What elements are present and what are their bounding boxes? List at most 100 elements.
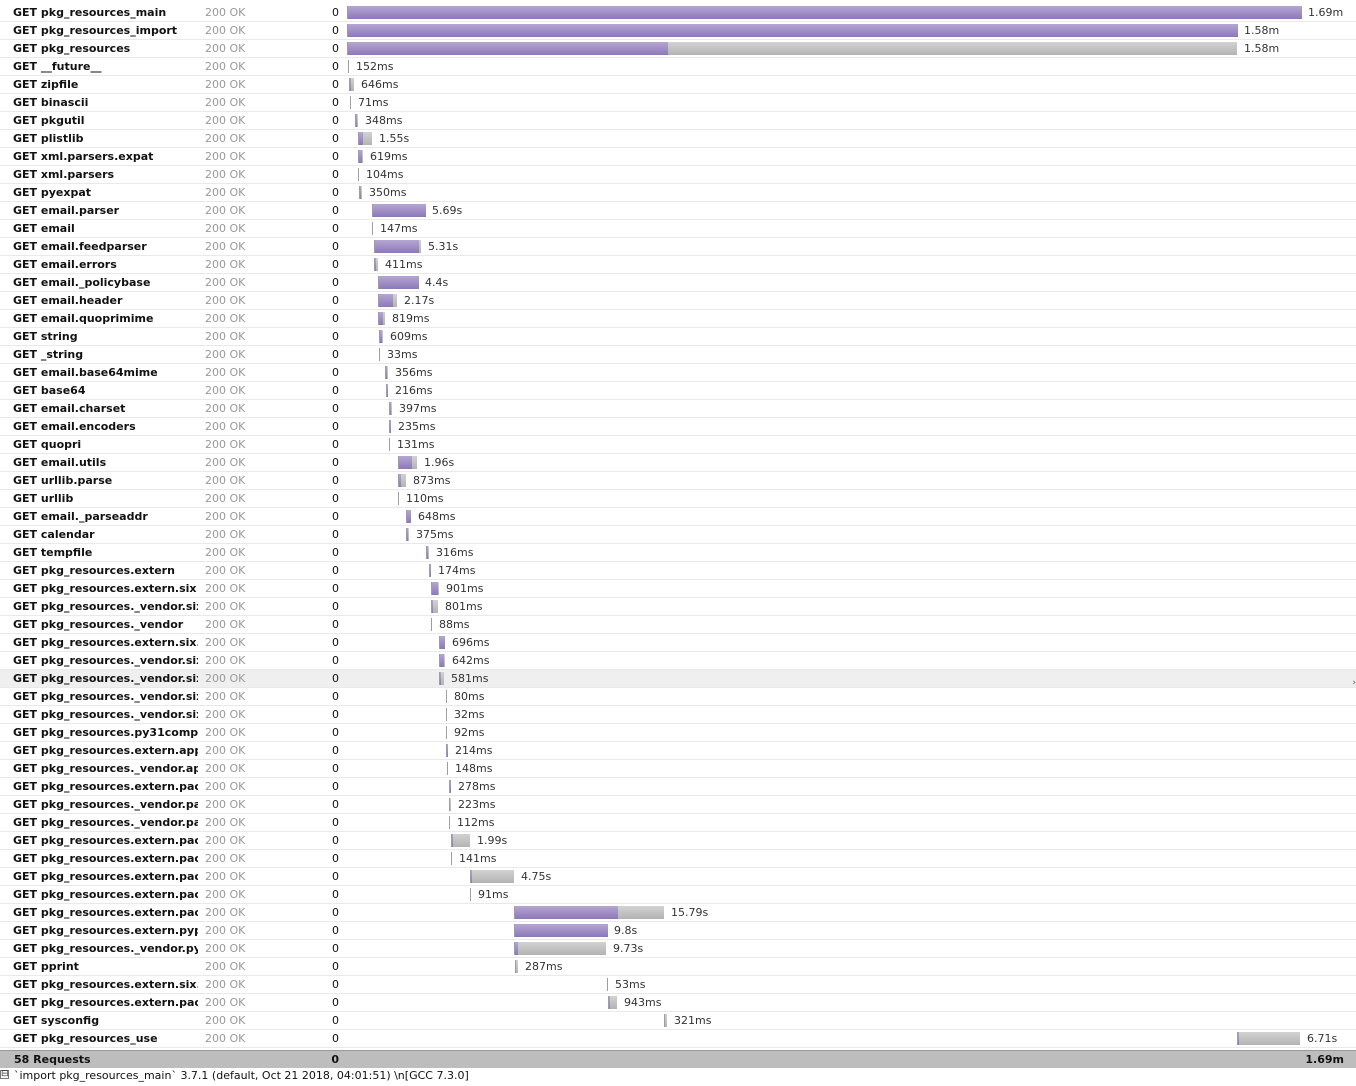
request-row[interactable]: GET email._parseaddr 200 OK 0 648ms (0, 508, 1356, 526)
request-row[interactable]: GET email.utils 200 OK 0 1.96s (0, 454, 1356, 472)
timeline-cell: 287ms (347, 958, 1356, 975)
request-status: 200 OK (205, 24, 246, 37)
request-row[interactable]: GET email 200 OK 0 147ms (0, 220, 1356, 238)
request-row[interactable]: GET pkg_resources.extern.six.moves.urlli… (0, 976, 1356, 994)
request-row[interactable]: GET pkg_resources.extern.packaging.speci… (0, 868, 1356, 886)
request-url: GET pkg_resources.extern.packaging._stru… (13, 852, 198, 865)
receive-segment (515, 906, 618, 919)
timeline-cell: 2.17s (347, 292, 1356, 309)
timing-bar (439, 654, 445, 667)
request-status: 200 OK (205, 240, 246, 253)
request-status: 200 OK (205, 168, 246, 181)
request-row[interactable]: GET binascii 200 OK 0 71ms (0, 94, 1356, 112)
request-row[interactable]: GET pkg_resources.extern.pyparsing 200 OK… (0, 922, 1356, 940)
request-url: GET pkg_resources._vendor.six.moves.urll… (13, 672, 198, 685)
request-row[interactable]: GET email.header 200 OK 0 2.17s (0, 292, 1356, 310)
request-row[interactable]: GET pkg_resources.extern.appdirs 200 OK 0 2… (0, 742, 1356, 760)
timeline-cell: 148ms (347, 760, 1356, 777)
request-row[interactable]: GET urllib 200 OK 0 110ms (0, 490, 1356, 508)
request-duration: 873ms (413, 474, 451, 487)
request-duration: 5.69s (432, 204, 463, 217)
receive-segment (399, 456, 412, 469)
receive-segment (350, 78, 351, 91)
request-row[interactable]: GET __future__ 200 OK 0 152ms (0, 58, 1356, 76)
request-row[interactable]: GET pyexpat 200 OK 0 350ms (0, 184, 1356, 202)
request-row[interactable]: GET plistlib 200 OK 0 1.55s (0, 130, 1356, 148)
request-status: 200 OK (205, 276, 246, 289)
request-duration: 287ms (525, 960, 563, 973)
request-row[interactable]: GET pkg_resources.extern.packaging._comp… (0, 886, 1356, 904)
request-row[interactable]: GET pkg_resources._vendor.six.moves 200 O… (0, 652, 1356, 670)
request-row[interactable]: GET pkg_resources_main 200 OK 0 1.69m (0, 4, 1356, 22)
request-row[interactable]: GET pkg_resources_import 200 OK 0 1.58m (0, 22, 1356, 40)
request-row[interactable]: GET pkgutil 200 OK 0 348ms (0, 112, 1356, 130)
request-size: 0 (332, 276, 339, 289)
request-row[interactable]: GET pkg_resources._vendor.packaging 200 O… (0, 796, 1356, 814)
request-url: GET pkg_resources._vendor.six.moves (13, 654, 198, 667)
request-row[interactable]: GET pkg_resources._vendor 200 OK 0 88ms (0, 616, 1356, 634)
collapse-toggle-icon[interactable]: ⊟ (0, 1070, 9, 1079)
timeline-cell: 9.8s (347, 922, 1356, 939)
request-duration: 6.71s (1307, 1032, 1338, 1045)
request-size: 0 (332, 564, 339, 577)
request-row[interactable]: GET pkg_resources._vendor.packaging.__ab… (0, 814, 1356, 832)
request-row[interactable]: GET email.errors 200 OK 0 411ms (0, 256, 1356, 274)
request-duration: 15.79s (671, 906, 709, 919)
request-row[interactable]: GET pkg_resources._vendor.appdirs 200 OK 0… (0, 760, 1356, 778)
request-row[interactable]: GET email._policybase 200 OK 0 4.4s (0, 274, 1356, 292)
request-status: 200 OK (205, 222, 246, 235)
request-row[interactable]: GET _string 200 OK 0 33ms (0, 346, 1356, 364)
request-row[interactable]: GET pkg_resources 200 OK 0 1.58m (0, 40, 1356, 58)
request-row[interactable]: GET pkg_resources.extern.packaging.versi… (0, 832, 1356, 850)
request-row[interactable]: GET pkg_resources._vendor.pyparsing 200 O… (0, 940, 1356, 958)
request-row[interactable]: GET pkg_resources.extern.packaging 200 OK… (0, 778, 1356, 796)
request-row[interactable]: GET urllib.parse 200 OK 0 873ms (0, 472, 1356, 490)
request-row[interactable]: GET pkg_resources.py31compat 200 OK 0 92ms (0, 724, 1356, 742)
timing-bar (514, 924, 608, 937)
receive-segment (359, 132, 363, 145)
request-row[interactable]: GET email.parser 200 OK 0 5.69s (0, 202, 1356, 220)
request-row[interactable]: GET email.charset 200 OK 0 397ms (0, 400, 1356, 418)
request-row[interactable]: GET sysconfig 200 OK 0 321ms (0, 1012, 1356, 1030)
request-status: 200 OK (205, 762, 246, 775)
request-row[interactable]: GET base64 200 OK 0 216ms (0, 382, 1356, 400)
request-row[interactable]: GET xml.parsers 200 OK 0 104ms (0, 166, 1356, 184)
request-url: GET email.quoprimime (13, 312, 154, 325)
request-row[interactable]: GET email.feedparser 200 OK 0 5.31s (0, 238, 1356, 256)
request-row[interactable]: GET pkg_resources.extern.packaging.requi… (0, 904, 1356, 922)
page-info-footer: ⊟ `import pkg_resources_main` 3.7.1 (def… (0, 1068, 1356, 1086)
timeline-cell: 92ms (347, 724, 1356, 741)
timing-bar (358, 132, 372, 145)
request-row[interactable]: GET tempfile 200 OK 0 316ms (0, 544, 1356, 562)
request-list: GET pkg_resources_main 200 OK 0 1.69m GET pk… (0, 4, 1356, 1048)
request-url: GET zipfile (13, 78, 79, 91)
request-duration: 316ms (436, 546, 474, 559)
request-row[interactable]: GET pkg_resources._vendor.six.moves.urll… (0, 670, 1356, 688)
request-row[interactable]: GET email.encoders 200 OK 0 235ms (0, 418, 1356, 436)
request-row[interactable]: GET pkg_resources.extern 200 OK 0 174ms (0, 562, 1356, 580)
request-row[interactable]: GET email.quoprimime 200 OK 0 819ms (0, 310, 1356, 328)
request-row[interactable]: GET pkg_resources._vendor.six.moves.urll… (0, 706, 1356, 724)
request-row[interactable]: GET pprint 200 OK 0 287ms (0, 958, 1356, 976)
request-row[interactable]: GET pkg_resources._vendor.six 200 OK 0 801m… (0, 598, 1356, 616)
request-row[interactable]: GET pkg_resources._vendor.six.moves.urll… (0, 688, 1356, 706)
request-row[interactable]: GET pkg_resources.extern.packaging._stru… (0, 850, 1356, 868)
receive-segment (430, 564, 431, 577)
request-row[interactable]: GET email.base64mime 200 OK 0 356ms (0, 364, 1356, 382)
request-row[interactable]: GET quopri 200 OK 0 131ms (0, 436, 1356, 454)
request-row[interactable]: GET pkg_resources_use 200 OK 0 6.71s (0, 1030, 1356, 1048)
request-duration: 91ms (478, 888, 509, 901)
request-row[interactable]: GET pkg_resources.extern.packaging.marke… (0, 994, 1356, 1012)
request-row[interactable]: GET xml.parsers.expat 200 OK 0 619ms (0, 148, 1356, 166)
request-row[interactable]: GET pkg_resources.extern.six.moves 200 OK… (0, 634, 1356, 652)
timing-bar (447, 762, 448, 775)
request-size: 0 (332, 438, 339, 451)
request-url: GET email.header (13, 294, 123, 307)
request-row[interactable]: GET pkg_resources.extern.six 200 OK 0 901ms (0, 580, 1356, 598)
request-row[interactable]: GET calendar 200 OK 0 375ms (0, 526, 1356, 544)
timeline-cell: 609ms (347, 328, 1356, 345)
request-row[interactable]: GET string 200 OK 0 609ms (0, 328, 1356, 346)
request-status: 200 OK (205, 78, 246, 91)
timeline-cell: 356ms (347, 364, 1356, 381)
request-row[interactable]: GET zipfile 200 OK 0 646ms (0, 76, 1356, 94)
